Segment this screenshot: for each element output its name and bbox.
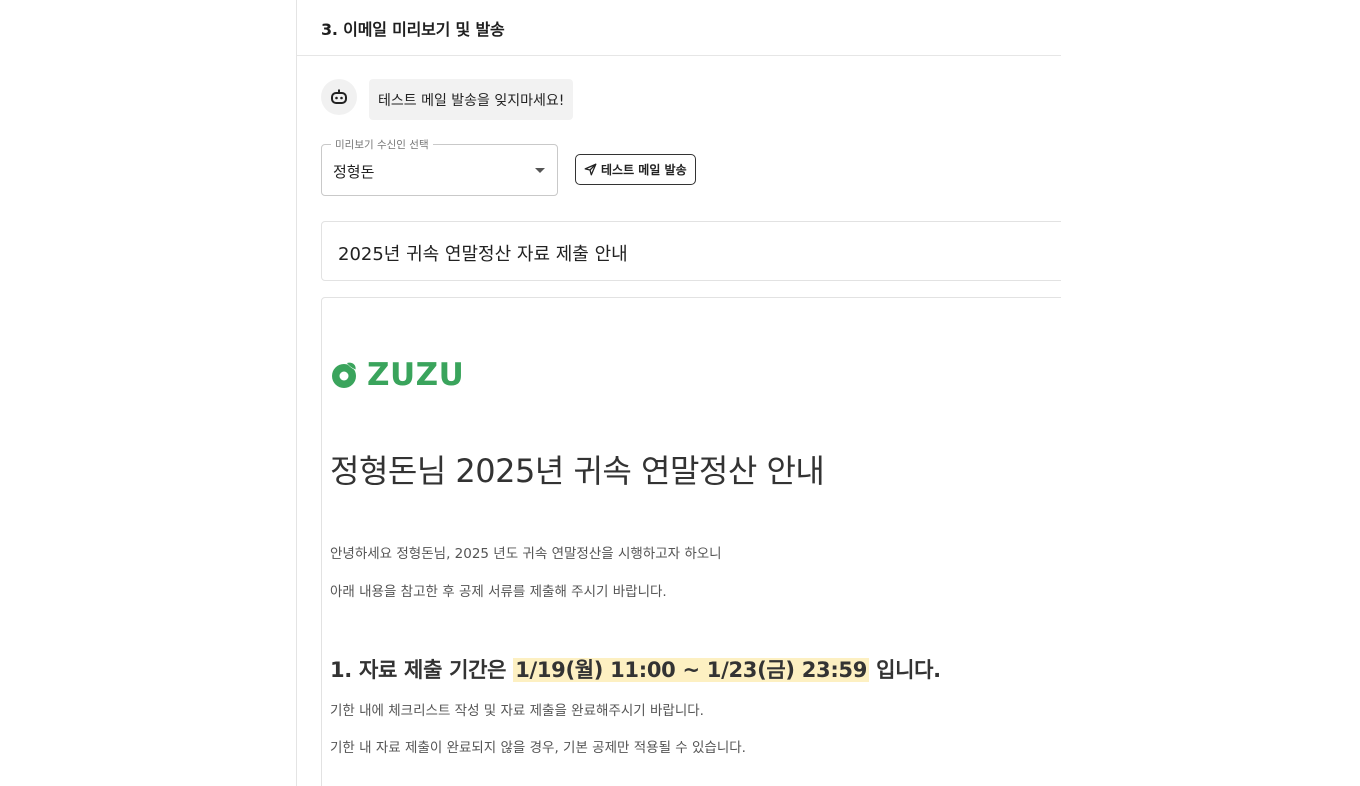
caret-down-icon[interactable] — [535, 168, 545, 173]
deadline-note-2: 기한 내 자료 제출이 완료되지 않을 경우, 기본 공제만 적용될 수 있습니… — [330, 740, 746, 756]
send-test-email-label: 테스트 메일 발송 — [601, 163, 687, 177]
email-subject-field: 2025년 귀속 연말정산 자료 제출 안내 — [321, 221, 1061, 281]
assistant-message: 테스트 메일 발송을 잊지마세요! — [369, 79, 574, 120]
email-body-preview: ZUZU 정형돈님 2025년 귀속 연말정산 안내 안녕하세요 정형돈님, 2… — [321, 297, 1061, 786]
zuzu-logo: ZUZU — [329, 357, 465, 393]
email-title: 정형돈님 2025년 귀속 연말정산 안내 — [330, 452, 825, 490]
send-icon — [584, 163, 597, 176]
recipient-select-label: 미리보기 수신인 선택 — [331, 137, 433, 152]
greeting-line-1: 안녕하세요 정형돈님, 2025 년도 귀속 연말정산을 시행하고자 하오니 — [330, 546, 722, 562]
email-subject: 2025년 귀속 연말정산 자료 제출 안내 — [338, 244, 628, 265]
email-preview-panel: 3. 이메일 미리보기 및 발송 테스트 메일 발송을 잊지마세요! 미리보기 … — [296, 0, 1061, 786]
section-1-suffix: 입니다. — [869, 658, 941, 682]
zuzu-logo-icon — [332, 361, 358, 388]
section-1-prefix: 1. 자료 제출 기간은 — [330, 658, 514, 682]
section-title: 3. 이메일 미리보기 및 발송 — [321, 20, 505, 39]
robot-icon — [321, 79, 357, 115]
recipient-select-value: 정형돈 — [333, 163, 375, 181]
submission-period: 1/19(월) 11:00 ~ 1/23(금) 23:59 — [513, 658, 870, 682]
zuzu-logo-text: ZUZU — [367, 357, 465, 393]
send-test-email-button[interactable]: 테스트 메일 발송 — [575, 154, 696, 185]
recipient-select[interactable]: 미리보기 수신인 선택 정형돈 — [321, 137, 558, 196]
section-1-heading: 1. 자료 제출 기간은 1/19(월) 11:00 ~ 1/23(금) 23:… — [330, 654, 941, 684]
deadline-note-1: 기한 내에 체크리스트 작성 및 자료 제출을 완료해주시기 바랍니다. — [330, 703, 704, 719]
section-header: 3. 이메일 미리보기 및 발송 — [297, 0, 1061, 56]
greeting-line-2: 아래 내용을 참고한 후 공제 서류를 제출해 주시기 바랍니다. — [330, 584, 667, 600]
